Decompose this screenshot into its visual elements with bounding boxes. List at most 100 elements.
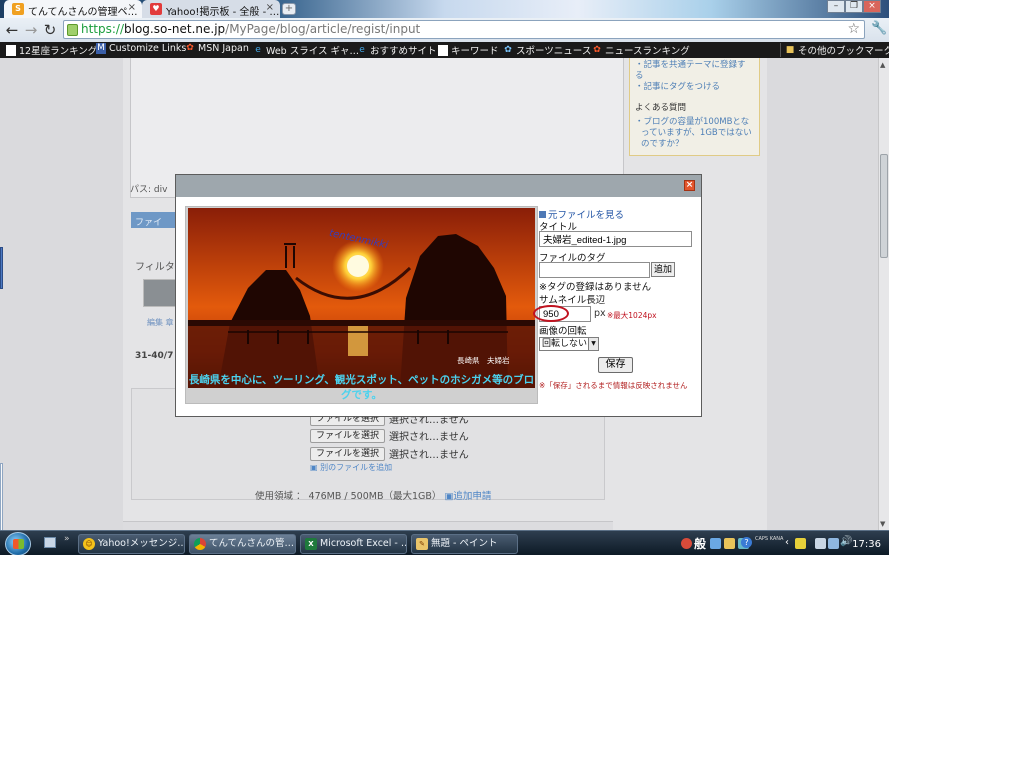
star-icon[interactable]: ☆: [847, 21, 860, 37]
taskbar: » ☺ Yahoo!メッセンジ… てんてんさんの管… X Microsoft Exc…: [0, 530, 889, 555]
bookmark-item[interactable]: e おすすめサイト: [357, 43, 436, 58]
bottom-panel: [123, 521, 613, 530]
bookmarks-bar: 12星座ランキング M Customize Links ✿ MSN Japan eW…: [0, 42, 889, 58]
task-chrome[interactable]: てんてんさんの管…: [189, 534, 296, 554]
bookmark-item[interactable]: キーワード: [438, 43, 499, 57]
edit-link[interactable]: 編集 章: [147, 317, 174, 328]
bookmark-item[interactable]: e Web スライス ギャ…: [253, 43, 359, 58]
task-excel[interactable]: X Microsoft Excel - …: [300, 534, 407, 554]
msn-butterfly-icon: ✿: [504, 44, 512, 55]
file-status: 選択され…ません: [389, 450, 469, 461]
msn-butterfly-icon: ✿: [186, 43, 194, 53]
lock-icon: [67, 24, 78, 36]
other-bookmarks[interactable]: ■ その他のブックマーク: [780, 43, 889, 57]
tray-app-icon[interactable]: [710, 538, 721, 549]
close-window-button[interactable]: ×: [863, 0, 881, 13]
side-link[interactable]: ・記事を共通テーマに登録する: [635, 60, 754, 82]
choose-file-button[interactable]: ファイルを選択: [310, 428, 386, 443]
choose-file-button[interactable]: ファイルを選択: [310, 446, 386, 461]
tray-app-icon[interactable]: [795, 538, 806, 549]
bookmark-item[interactable]: 12星座ランキング: [6, 43, 97, 57]
system-tray: 般 ? CAPS KANA ‹ 🔊 17:36: [681, 534, 889, 554]
add-tag-button[interactable]: 追加: [651, 262, 676, 277]
dialog-close-button[interactable]: ×: [684, 180, 695, 191]
file-section-header: ファイ: [131, 212, 180, 228]
request-more-link[interactable]: ▣追加申請: [444, 491, 491, 502]
network-icon[interactable]: [828, 538, 839, 549]
wrench-icon[interactable]: 🔧: [871, 21, 887, 36]
reload-icon[interactable]: ↻: [41, 21, 59, 39]
paint-icon: ✎: [416, 538, 428, 550]
dialog-titlebar: ×: [176, 175, 701, 197]
scroll-thumb[interactable]: [880, 154, 888, 258]
close-icon[interactable]: ×: [266, 2, 274, 13]
tab-label: Yahoo!掲示板 - 全般 - …: [166, 7, 280, 18]
vertical-scrollbar[interactable]: ▲ ▼: [878, 58, 889, 530]
save-note: ※「保存」されるまで情報は反映されません: [539, 381, 688, 390]
tray-app-icon[interactable]: [724, 538, 735, 549]
url-text: https://blog.so-net.ne.jp/MyPage/blog/ar…: [81, 22, 421, 36]
tab-label: てんてんさんの管理ペ…: [28, 7, 138, 18]
photo-place-label: 長崎県 夫婦岩: [457, 356, 510, 365]
chevron-left-icon[interactable]: ‹: [785, 537, 789, 548]
link-square-icon: [539, 211, 546, 218]
photo-caption: 長崎県を中心に、ツーリング、観光スポット、ペットのホシガメ等のブログです。: [188, 374, 535, 401]
save-button[interactable]: 保存: [598, 357, 633, 373]
volume-icon[interactable]: 🔊: [840, 536, 852, 547]
bookmark-item[interactable]: ✿ ニュースランキング: [592, 43, 690, 58]
rotate-label: 画像の回転: [539, 326, 587, 337]
file-row: ファイルを選択 選択され…ません: [310, 428, 469, 443]
help-icon[interactable]: ?: [741, 537, 752, 548]
back-icon[interactable]: ←: [3, 21, 21, 39]
rotate-select[interactable]: 回転しない ▼: [539, 337, 599, 351]
caps-kana-indicator: CAPS KANA: [755, 536, 784, 542]
image-edit-dialog: × tentenmikki 長崎県 夫婦岩 長崎県を中心に、ツーリング、観光スポ…: [175, 174, 702, 417]
new-tab-button[interactable]: +: [282, 3, 296, 15]
tab-blog-admin[interactable]: S てんてんさんの管理ペ… ×: [4, 0, 142, 18]
chevron-down-icon: ▼: [588, 338, 598, 350]
minimize-button[interactable]: –: [827, 0, 845, 13]
editor-path: パス: div: [130, 185, 168, 195]
bookmark-item[interactable]: ✿ MSN Japan: [185, 43, 249, 54]
browser-toolbar: ← → ↻ https://blog.so-net.ne.jp/MyPage/b…: [0, 18, 889, 42]
battery-icon[interactable]: [815, 538, 826, 549]
pager: 31-40/7: [135, 351, 174, 361]
help-box: ・記事を共通テーマに登録する ・記事にタグをつける よくある質問 ・ブログの容量…: [629, 58, 760, 156]
bookmark-item[interactable]: ✿ スポーツニュース: [503, 43, 591, 58]
file-thumbnail[interactable]: [143, 279, 176, 307]
chrome-icon: [194, 538, 206, 550]
scroll-down-icon[interactable]: ▼: [880, 520, 885, 528]
thumbnail-label: サムネイル長辺: [539, 295, 606, 306]
window-controls: – ❐ ×: [827, 0, 881, 13]
side-link[interactable]: ・記事にタグをつける: [635, 82, 754, 93]
scroll-up-icon[interactable]: ▲: [880, 61, 885, 69]
ime-mode-icon[interactable]: 般: [694, 535, 706, 552]
show-desktop-icon[interactable]: [44, 537, 56, 548]
excel-icon: X: [305, 538, 317, 550]
clock[interactable]: 17:36: [852, 539, 881, 550]
chevron-right-icon[interactable]: »: [64, 534, 70, 544]
no-tags-note: ※タグの登録はありません: [539, 282, 652, 293]
page-icon: [6, 44, 16, 56]
start-button[interactable]: [5, 532, 31, 555]
usage-info: 使用領域 ： 476MB / 500MB（最大1GB） ▣追加申請: [255, 491, 492, 502]
tray-app-icon[interactable]: [681, 538, 692, 549]
tab-yahoo-board[interactable]: ♥ Yahoo!掲示板 - 全般 - … ×: [142, 0, 280, 18]
bookmark-item[interactable]: M Customize Links: [96, 43, 186, 54]
yahoo-heart-icon: ♥: [150, 3, 162, 15]
faq-heading: よくある質問: [635, 103, 687, 113]
title-input[interactable]: [539, 231, 692, 247]
task-paint[interactable]: ✎ 無題 - ペイント: [411, 534, 518, 554]
msn-butterfly-icon: ✿: [593, 44, 601, 55]
tag-input[interactable]: [539, 262, 650, 278]
address-bar[interactable]: https://blog.so-net.ne.jp/MyPage/blog/ar…: [63, 20, 865, 39]
page-icon: [438, 44, 448, 56]
close-icon[interactable]: ×: [128, 2, 136, 13]
maximize-button[interactable]: ❐: [845, 0, 863, 13]
faq-link[interactable]: ・ブログの容量が100MBとなっていますが、1GBではないのですか？: [635, 117, 754, 150]
m-icon: M: [96, 43, 106, 54]
task-yahoo-messenger[interactable]: ☺ Yahoo!メッセンジ…: [78, 534, 185, 554]
forward-icon[interactable]: →: [22, 21, 40, 39]
desktop-edge-widget: [0, 463, 3, 533]
add-file-link[interactable]: ▣ 別のファイルを追加: [310, 462, 392, 473]
